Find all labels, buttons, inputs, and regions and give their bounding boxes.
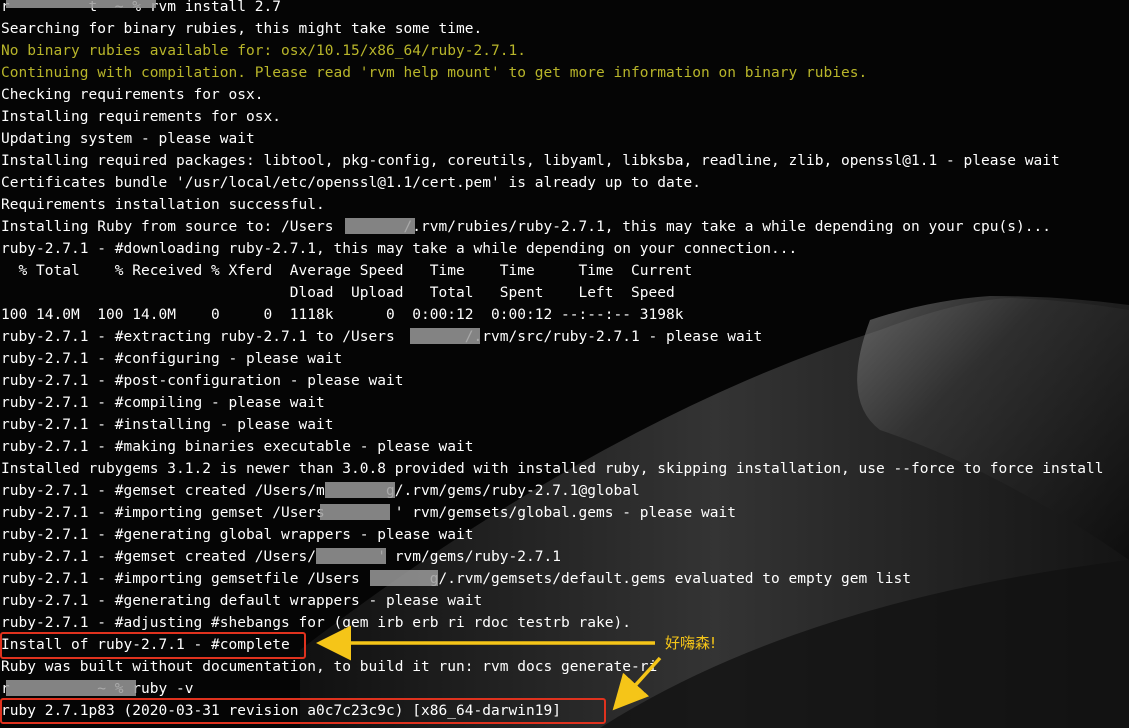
annotation-arrows [316,625,662,711]
arrow-to-version [612,656,662,711]
annotation-label: 好嗨森! [665,634,717,652]
